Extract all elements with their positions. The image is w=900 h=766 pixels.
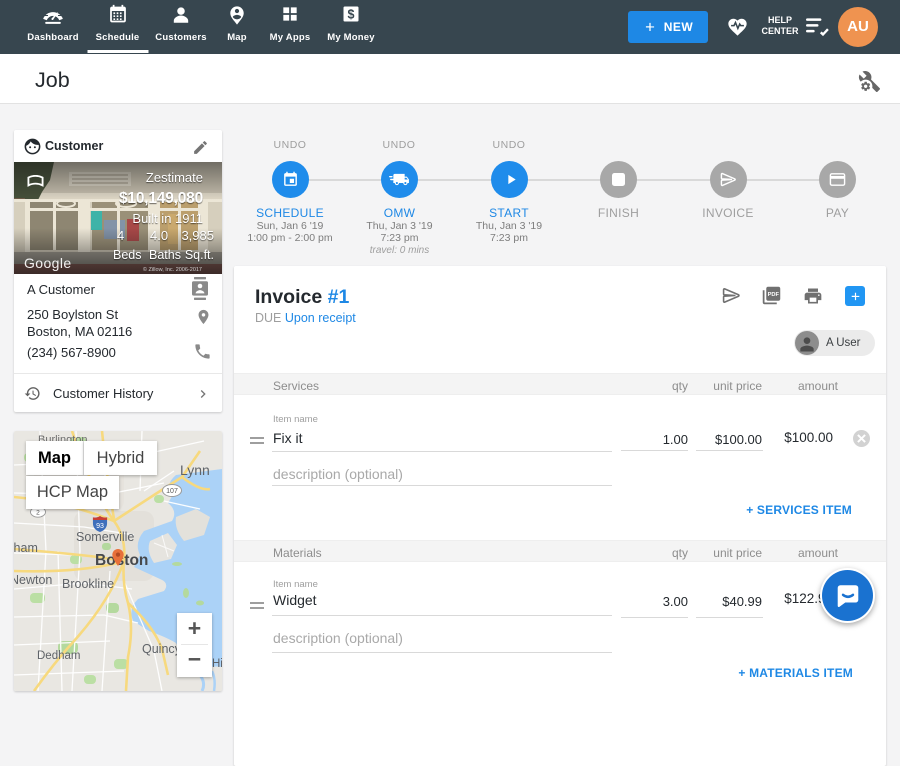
svg-text:PDF: PDF [768,292,780,298]
svg-text:2: 2 [36,509,40,516]
svg-text:107: 107 [166,488,178,495]
svg-text:$: $ [348,8,355,22]
svg-text:93: 93 [96,523,104,530]
